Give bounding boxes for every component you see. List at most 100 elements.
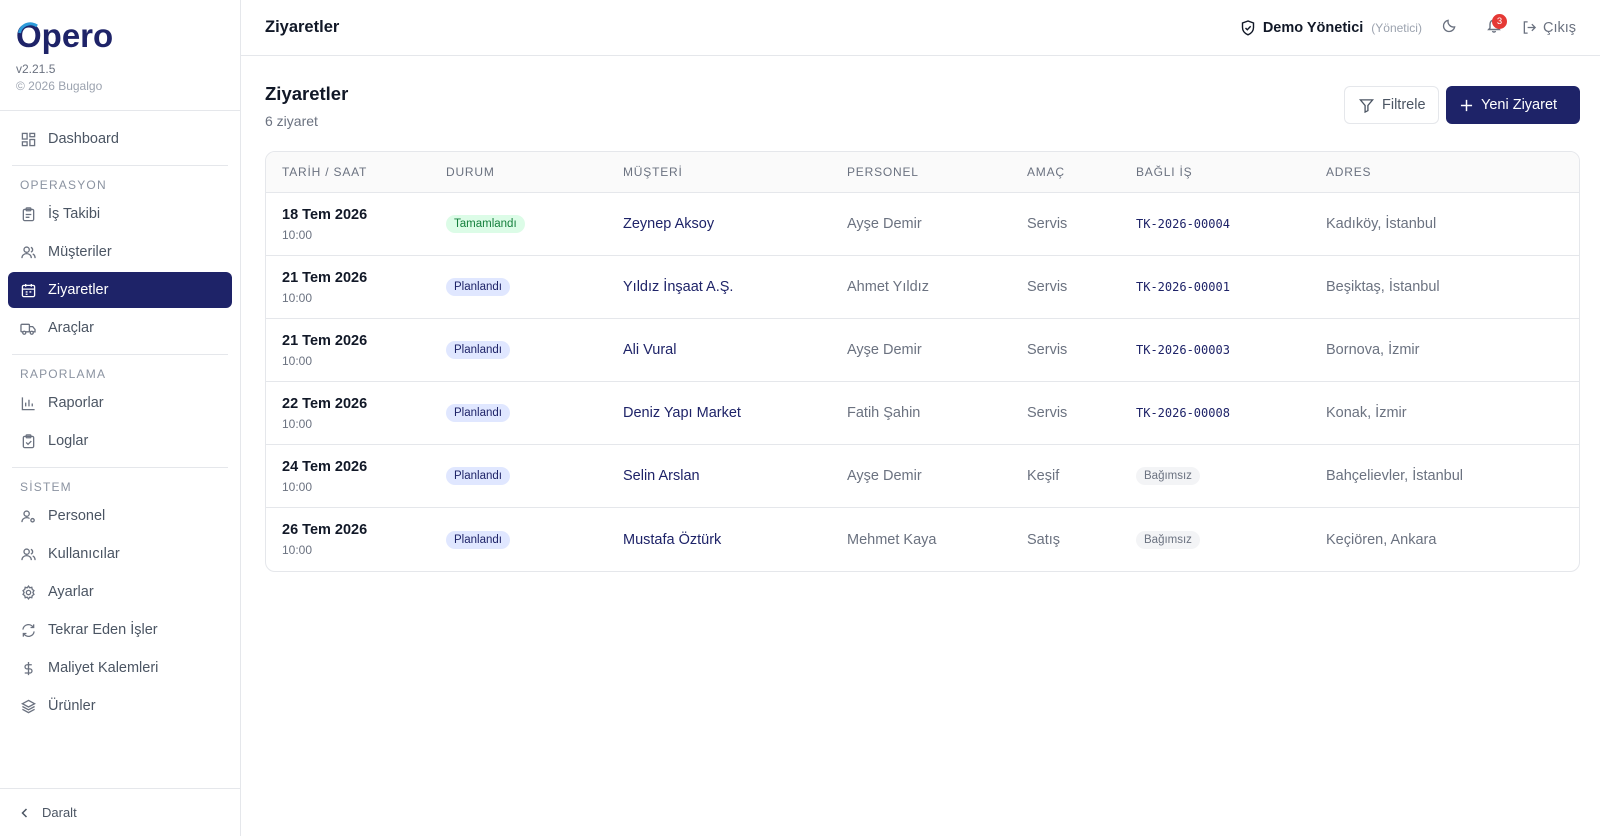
date-cell: 21 Tem 2026 10:00 <box>266 270 446 305</box>
table-row[interactable]: 21 Tem 2026 10:00 Planlandı Yıldız İnşaat A… <box>266 256 1579 319</box>
sidebar-item-maliyet-kalemleri[interactable]: Maliyet Kalemleri <box>8 650 232 686</box>
sidebar-item-tekrar-eden-isler[interactable]: Tekrar Eden İşler <box>8 612 232 648</box>
sidebar-nav: Dashboard OPERASYON İş Takibi Müşteriler… <box>0 111 240 724</box>
sidebar-item-dashboard[interactable]: Dashboard <box>8 121 232 157</box>
visit-purpose: Servis <box>1027 279 1068 295</box>
sidebar-item-kullanicilar[interactable]: Kullanıcılar <box>8 536 232 572</box>
sidebar: Opero v2.21.5 © 2026 Bugalgo Dashboard O… <box>0 0 241 836</box>
sidebar-item-label: Dashboard <box>48 131 119 147</box>
status-badge: Planlandı <box>446 467 510 485</box>
shield-icon <box>1241 19 1255 36</box>
status-badge: Planlandı <box>446 404 510 422</box>
user-cog-icon <box>20 508 36 524</box>
visit-date: 18 Tem 2026 <box>282 206 368 223</box>
table-row[interactable]: 26 Tem 2026 10:00 Planlandı Mustafa Öztürk M… <box>266 508 1579 571</box>
visit-purpose: Keşif <box>1027 468 1060 484</box>
sidebar-item-is-takibi[interactable]: İş Takibi <box>8 196 232 232</box>
column-header-linked-job[interactable]: BAĞLI İŞ <box>1136 165 1326 179</box>
user-info[interactable]: Demo Yönetici (Yönetici) <box>1241 20 1422 36</box>
sidebar-item-label: Ürünler <box>48 698 96 714</box>
customer-name[interactable]: Selin Arslan <box>623 468 847 484</box>
linked-job-cell: TK-2026-00004 <box>1136 216 1326 232</box>
visit-time: 10:00 <box>282 227 313 242</box>
sidebar-item-ayarlar[interactable]: Ayarlar <box>8 574 232 610</box>
logout-button[interactable]: Çıkış <box>1522 20 1576 36</box>
visit-address: Keçiören, Ankara <box>1326 531 1437 548</box>
staff-name: Ahmet Yıldız <box>847 279 929 295</box>
linked-job-code[interactable]: TK-2026-00001 <box>1136 280 1230 294</box>
status-cell: Planlandı <box>446 530 623 549</box>
sidebar-item-araclar[interactable]: Araçlar <box>8 310 232 346</box>
sidebar-item-musteriler[interactable]: Müşteriler <box>8 234 232 270</box>
sidebar-item-label: Ayarlar <box>48 584 94 600</box>
sidebar-item-personel[interactable]: Personel <box>8 498 232 534</box>
new-visit-button[interactable]: Yeni Ziyaret <box>1446 86 1580 124</box>
filter-label: Filtrele <box>1382 97 1426 113</box>
visit-time: 10:00 <box>282 353 313 368</box>
linked-job-cell: Bağımsız <box>1136 467 1326 485</box>
collapse-sidebar-button[interactable]: Daralt <box>0 788 240 836</box>
table-row[interactable]: 24 Tem 2026 10:00 Planlandı Selin Arslan Ayş… <box>266 445 1579 508</box>
status-badge: Planlandı <box>446 341 510 359</box>
status-cell: Tamamlandı <box>446 215 623 233</box>
section-title-operasyon: OPERASYON <box>20 178 107 192</box>
bar-chart-icon <box>20 395 36 411</box>
clipboard-icon <box>20 206 36 222</box>
layers-icon <box>20 698 36 714</box>
sidebar-item-label: Personel <box>48 508 106 524</box>
date-cell: 21 Tem 2026 10:00 <box>266 333 446 368</box>
users-icon <box>20 244 36 260</box>
customer-name[interactable]: Deniz Yapı Market <box>623 405 847 421</box>
linked-job-cell: TK-2026-00008 <box>1136 405 1326 421</box>
sidebar-item-label: Ziyaretler <box>48 282 109 298</box>
linked-job-code[interactable]: TK-2026-00003 <box>1136 343 1230 357</box>
date-cell: 22 Tem 2026 10:00 <box>266 396 446 431</box>
visit-date: 21 Tem 2026 <box>282 269 368 286</box>
calendar-icon <box>20 282 36 298</box>
column-header-customer[interactable]: MÜŞTERİ <box>623 165 847 179</box>
table-row[interactable]: 22 Tem 2026 10:00 Planlandı Deniz Yapı Mark… <box>266 382 1579 445</box>
sidebar-item-ziyaretler[interactable]: Ziyaretler <box>8 272 232 308</box>
gear-icon <box>20 584 36 600</box>
page-header: Ziyaretler 6 ziyaret Filtrele Yeni Ziyar… <box>265 56 1580 150</box>
logout-icon <box>1522 20 1537 35</box>
column-header-date[interactable]: TARİH / SAAT <box>266 165 446 179</box>
table-row[interactable]: 21 Tem 2026 10:00 Planlandı Ali Vural Ayşe D… <box>266 319 1579 382</box>
linked-job-code[interactable]: TK-2026-00004 <box>1136 217 1230 231</box>
visit-time: 10:00 <box>282 290 313 305</box>
sidebar-item-label: Tekrar Eden İşler <box>48 622 158 638</box>
customer-name[interactable]: Zeynep Aksoy <box>623 216 847 232</box>
visit-purpose: Servis <box>1027 342 1068 358</box>
filter-icon <box>1359 98 1374 113</box>
user-role: (Yönetici) <box>1371 20 1422 35</box>
refresh-icon <box>20 622 36 638</box>
staff-name: Ayşe Demir <box>847 342 922 358</box>
truck-icon <box>20 320 36 336</box>
visit-date: 22 Tem 2026 <box>282 395 368 412</box>
linked-job-code[interactable]: TK-2026-00008 <box>1136 406 1230 420</box>
sidebar-item-label: Araçlar <box>48 320 94 336</box>
sidebar-item-label: Maliyet Kalemleri <box>48 660 159 676</box>
clipboard-check-icon <box>20 433 36 449</box>
column-header-status[interactable]: DURUM <box>446 165 623 179</box>
customer-name[interactable]: Yıldız İnşaat A.Ş. <box>623 279 847 295</box>
opero-logo[interactable]: Opero <box>16 18 224 56</box>
visit-address: Bahçelievler, İstanbul <box>1326 468 1464 484</box>
column-header-address[interactable]: ADRES <box>1326 165 1579 179</box>
dashboard-icon <box>20 131 36 147</box>
column-header-purpose[interactable]: AMAÇ <box>1027 165 1136 179</box>
sidebar-item-loglar[interactable]: Loglar <box>8 423 232 459</box>
app-version: v2.21.5 <box>16 62 56 76</box>
table-row[interactable]: 18 Tem 2026 10:00 Tamamlandı Zeynep Aksoy Ay… <box>266 193 1579 256</box>
sidebar-item-urunler[interactable]: Ürünler <box>8 688 232 724</box>
visit-purpose: Servis <box>1027 405 1068 421</box>
notifications-button[interactable]: 3 <box>1478 12 1510 44</box>
filter-button[interactable]: Filtrele <box>1344 86 1439 124</box>
status-cell: Planlandı <box>446 467 623 485</box>
column-header-staff[interactable]: PERSONEL <box>847 165 1027 179</box>
customer-name[interactable]: Mustafa Öztürk <box>623 532 847 548</box>
theme-toggle-button[interactable] <box>1434 12 1466 44</box>
sidebar-item-raporlar[interactable]: Raporlar <box>8 385 232 421</box>
customer-name[interactable]: Ali Vural <box>623 342 847 358</box>
sidebar-item-label: Raporlar <box>48 395 104 411</box>
